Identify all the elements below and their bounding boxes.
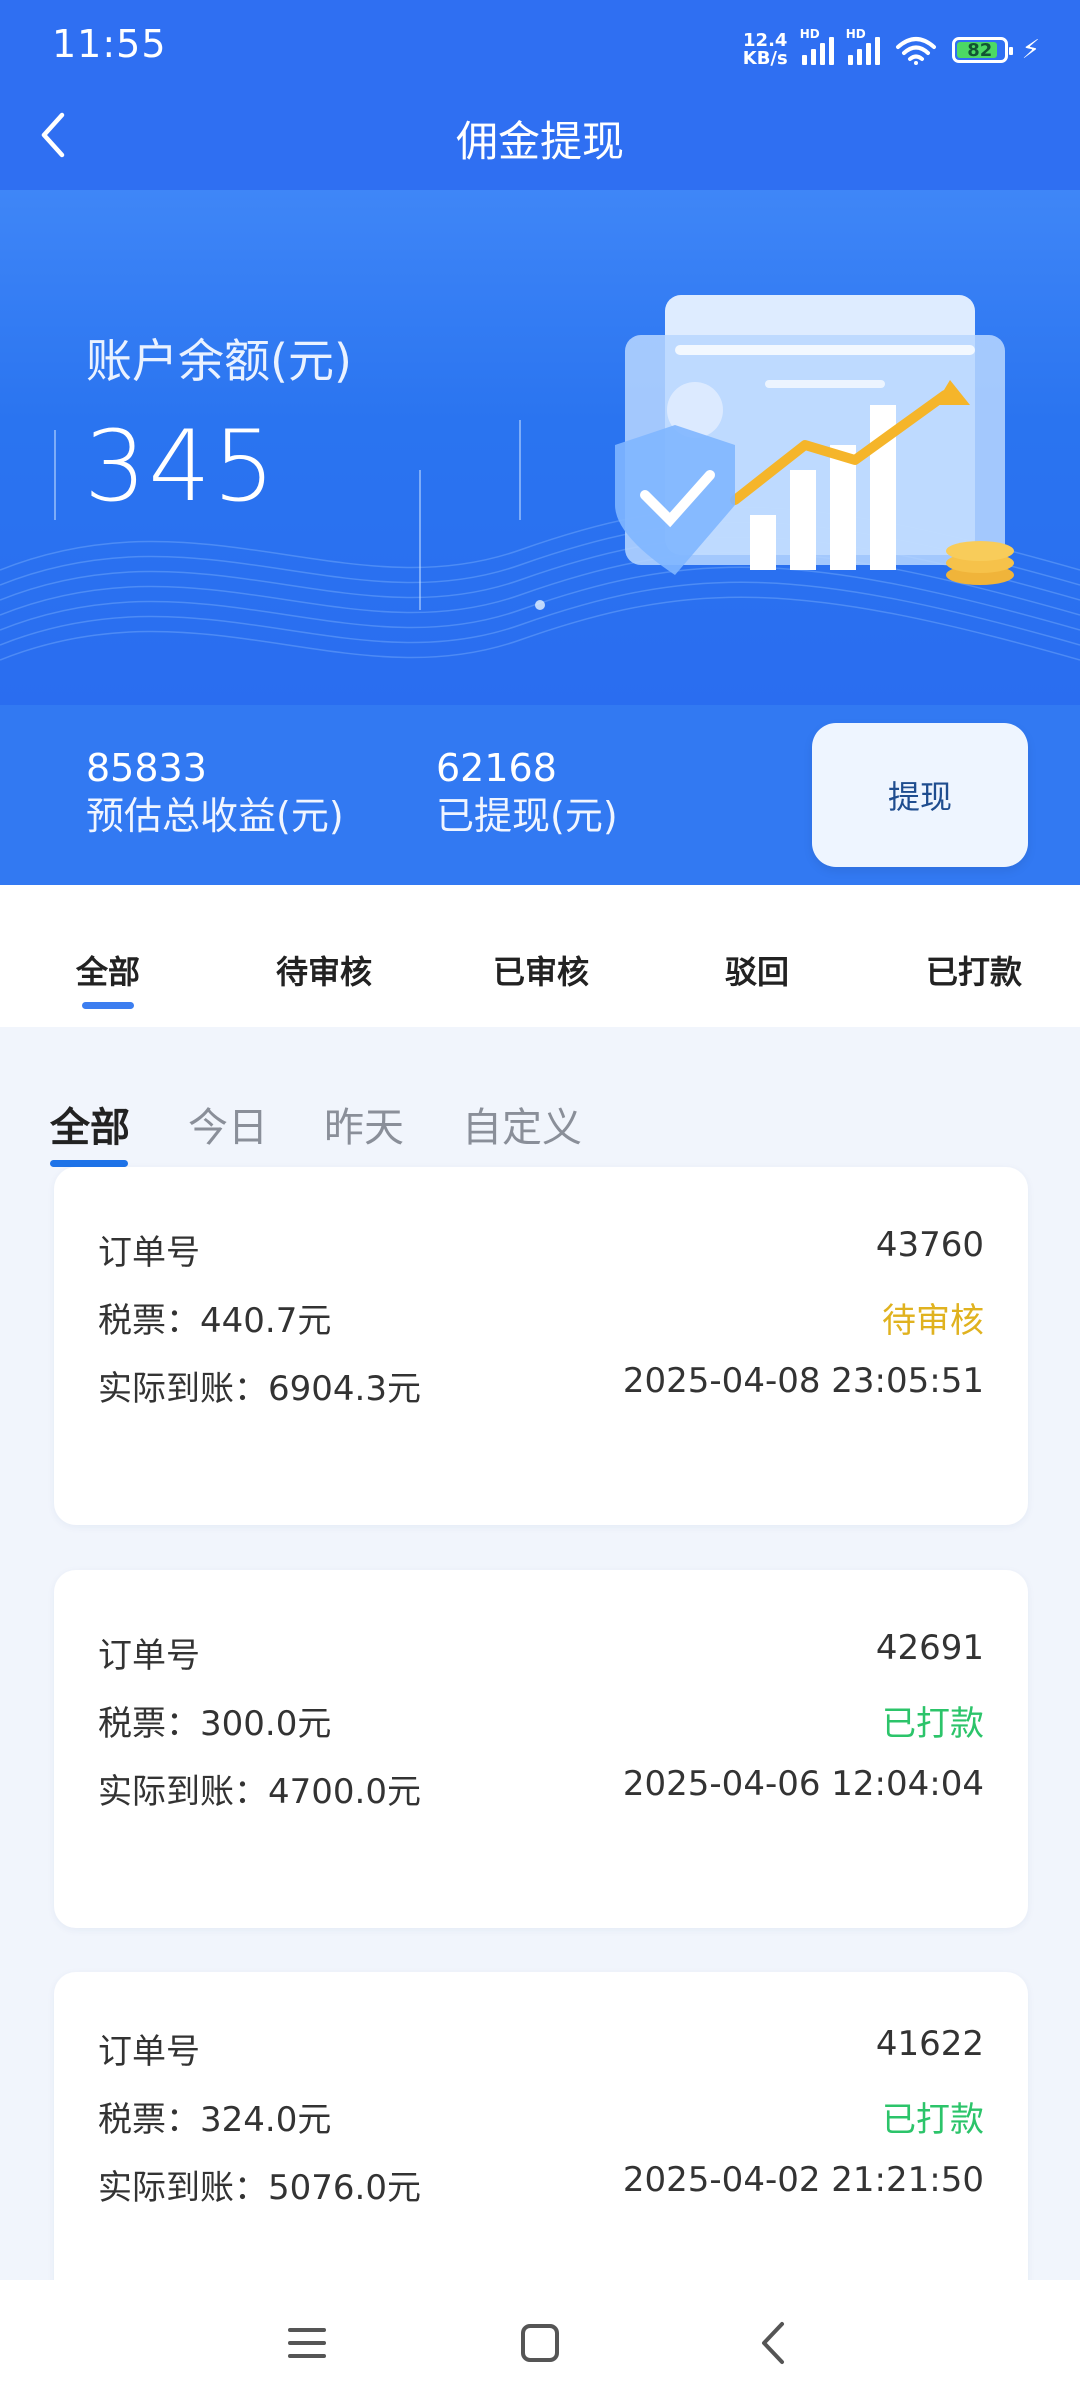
order-label: 订单号 [98, 2032, 200, 2072]
network-speed: 12.4 KB/s [743, 32, 788, 68]
order-number: 43760 [875, 1225, 984, 1265]
order-label: 订单号 [98, 1233, 200, 1273]
actual-row: 实际到账：5076.0元 2025-04-02 21:21:50 [98, 2160, 984, 2210]
balance-label: 账户余额(元) [86, 334, 352, 388]
home-icon[interactable] [515, 2318, 565, 2368]
tax-row: 税票：324.0元 已打款 [98, 2092, 984, 2142]
order-row: 订单号 43760 [98, 1225, 984, 1275]
date-tab-yesterday[interactable]: 昨天 [324, 1095, 404, 1153]
actual-amount: 实际到账：4700.0元 [98, 1772, 421, 1812]
estimated-total-value: 85833 [86, 746, 207, 790]
status-badge: 待审核 [882, 1301, 984, 1341]
date-tab-today[interactable]: 今日 [188, 1095, 268, 1153]
withdrawn-label: 已提现(元) [436, 794, 618, 838]
withdrawal-record[interactable]: 订单号 43760 税票：440.7元 待审核 实际到账：6904.3元 202… [54, 1167, 1028, 1525]
back-nav-icon[interactable] [750, 2318, 800, 2368]
balance-banner: 账户余额(元) 345 [0, 190, 1080, 705]
system-nav-bar [0, 2280, 1080, 2400]
withdrawn-total: 62168 已提现(元) [436, 745, 618, 841]
actual-amount: 实际到账：5076.0元 [98, 2168, 421, 2208]
tab-all[interactable]: 全部 [76, 947, 140, 993]
battery-icon: 82 [951, 37, 1013, 63]
status-badge: 已打款 [882, 2100, 984, 2140]
actual-row: 实际到账：6904.3元 2025-04-08 23:05:51 [98, 1361, 984, 1411]
earnings-summary: 85833 预估总收益(元) 62168 已提现(元) 提现 [0, 705, 1080, 885]
withdraw-button[interactable]: 提现 [812, 723, 1028, 867]
order-row: 订单号 41622 [98, 2024, 984, 2074]
tab-rejected[interactable]: 驳回 [725, 947, 789, 993]
hd-label: HD [845, 27, 866, 41]
hd-label: HD [799, 27, 820, 41]
order-number: 41622 [875, 2024, 984, 2064]
tax-amount: 税票：324.0元 [98, 2100, 332, 2140]
status-tab-indicator [82, 1002, 134, 1009]
order-label: 订单号 [98, 1636, 200, 1676]
record-time: 2025-04-08 23:05:51 [622, 1361, 984, 1401]
net-speed-unit: KB/s [742, 48, 788, 69]
battery-level: 82 [967, 39, 993, 61]
date-filter-tabs: 全部 今日 昨天 自定义 [0, 1027, 1080, 1167]
withdrawal-record[interactable]: 订单号 42691 税票：300.0元 已打款 实际到账：4700.0元 202… [54, 1570, 1028, 1928]
order-row: 订单号 42691 [98, 1628, 984, 1678]
finance-illustration [615, 295, 1014, 585]
balance-value: 345 [84, 410, 278, 524]
signal-icon: HD [846, 27, 880, 65]
status-time: 11:55 [52, 22, 167, 66]
page-title: 佣金提现 [455, 117, 624, 166]
status-tabs: 全部 待审核 已审核 驳回 已打款 [0, 885, 1080, 1027]
signal-icon: HD [800, 27, 834, 65]
tab-paid[interactable]: 已打款 [926, 947, 1022, 993]
withdrawal-record[interactable]: 订单号 41622 税票：324.0元 已打款 实际到账：5076.0元 202… [54, 1972, 1028, 2312]
actual-row: 实际到账：4700.0元 2025-04-06 12:04:04 [98, 1764, 984, 1814]
tab-pending[interactable]: 待审核 [276, 947, 372, 993]
tax-row: 税票：300.0元 已打款 [98, 1696, 984, 1746]
record-time: 2025-04-06 12:04:04 [622, 1764, 984, 1804]
date-tab-all[interactable]: 全部 [50, 1095, 130, 1153]
tax-row: 税票：440.7元 待审核 [98, 1293, 984, 1343]
menu-icon[interactable] [282, 2318, 332, 2368]
withdrawn-value: 62168 [436, 746, 557, 790]
estimated-total: 85833 预估总收益(元) [86, 745, 344, 841]
order-number: 42691 [875, 1628, 984, 1668]
tax-amount: 税票：300.0元 [98, 1704, 332, 1744]
actual-amount: 实际到账：6904.3元 [98, 1369, 421, 1409]
status-badge: 已打款 [882, 1704, 984, 1744]
charging-icon: ⚡ [1021, 35, 1040, 65]
record-time: 2025-04-02 21:21:50 [622, 2160, 984, 2200]
status-icons: 12.4 KB/s HD HD 82 ⚡ [743, 27, 1040, 70]
tax-amount: 税票：440.7元 [98, 1301, 332, 1341]
estimated-total-label: 预估总收益(元) [86, 794, 344, 838]
wifi-icon [895, 37, 936, 65]
date-tab-custom[interactable]: 自定义 [462, 1095, 582, 1153]
date-tab-indicator [50, 1160, 128, 1167]
app-header: 11:55 12.4 KB/s HD HD 82 ⚡ 佣金提现 [0, 0, 1080, 190]
tab-approved[interactable]: 已审核 [493, 947, 589, 993]
